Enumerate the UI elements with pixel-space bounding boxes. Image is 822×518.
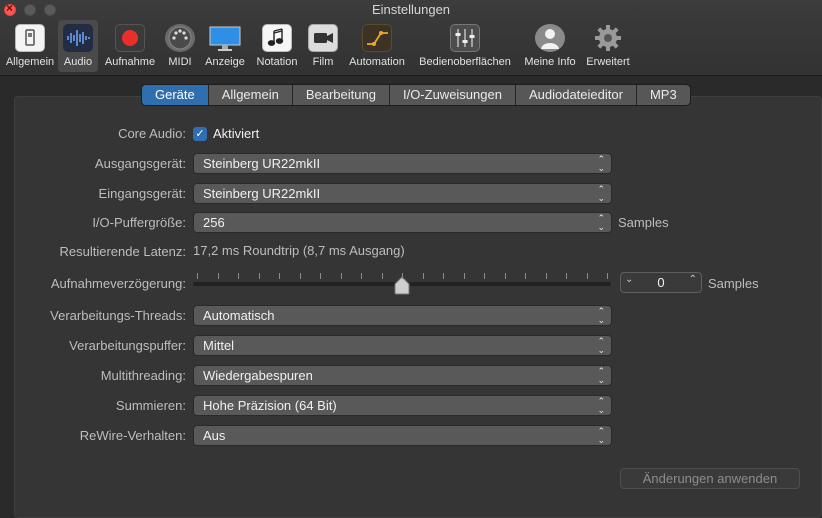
toolbar-item-anzeige[interactable]: Anzeige bbox=[204, 20, 246, 72]
updown-chevron-icon: ⌃ ⌄ bbox=[597, 154, 605, 173]
slider-tick bbox=[443, 273, 444, 279]
waveform-icon bbox=[63, 24, 93, 52]
record-delay-label: Aufnahmeverzögerung: bbox=[50, 276, 186, 291]
slider-tick bbox=[464, 273, 465, 279]
toolbar-label: Bedienoberflächen bbox=[419, 56, 511, 68]
record-delay-slider-thumb[interactable] bbox=[393, 276, 411, 296]
film-camera-icon bbox=[308, 24, 338, 52]
process-buffer-value: Mittel bbox=[203, 338, 235, 353]
core-audio-label: Core Audio: bbox=[118, 126, 186, 141]
rewire-popup[interactable]: Aus ⌃ ⌄ bbox=[193, 425, 612, 446]
updown-chevron-icon: ⌃ ⌄ bbox=[597, 306, 605, 325]
tab-bar: Geräte Allgemein Bearbeitung I/O-Zuweisu… bbox=[141, 84, 691, 106]
monitor-icon bbox=[209, 24, 241, 52]
slider-tick bbox=[218, 273, 219, 279]
midi-port-icon bbox=[165, 24, 195, 52]
input-device-popup[interactable]: Steinberg UR22mkII ⌃ ⌄ bbox=[193, 183, 612, 204]
tab-bearbeitung[interactable]: Bearbeitung bbox=[293, 85, 390, 105]
slider-tick bbox=[320, 273, 321, 279]
toolbar-item-meine-info[interactable]: Meine Info bbox=[524, 20, 576, 72]
output-device-popup[interactable]: Steinberg UR22mkII ⌃ ⌄ bbox=[193, 153, 612, 174]
output-device-label: Ausgangsgerät: bbox=[94, 156, 186, 171]
multithreading-popup[interactable]: Wiedergabespuren ⌃ ⌄ bbox=[193, 365, 612, 386]
toolbar-item-bedienoberflaechen[interactable]: Bedienoberflächen bbox=[416, 20, 514, 72]
process-buffer-label: Verarbeitungspuffer: bbox=[69, 338, 186, 353]
toolbar-item-midi[interactable]: MIDI bbox=[162, 20, 198, 72]
input-device-value: Steinberg UR22mkII bbox=[203, 186, 321, 201]
slider-tick bbox=[505, 273, 506, 279]
slider-tick bbox=[300, 273, 301, 279]
record-delay-unit: Samples bbox=[708, 276, 759, 291]
faders-icon bbox=[450, 24, 480, 52]
slider-tick bbox=[607, 273, 608, 279]
threads-value: Automatisch bbox=[203, 308, 275, 323]
toolbar-item-film[interactable]: Film bbox=[306, 20, 340, 72]
summing-value: Hohe Präzision (64 Bit) bbox=[203, 398, 337, 413]
slider-tick bbox=[423, 273, 424, 279]
multithreading-value: Wiedergabespuren bbox=[203, 368, 313, 383]
updown-chevron-icon: ⌃ ⌄ bbox=[597, 396, 605, 415]
core-audio-checkbox[interactable]: ✓ bbox=[193, 127, 207, 141]
slider-tick bbox=[566, 273, 567, 279]
toolbar-item-automation[interactable]: Automation bbox=[346, 20, 408, 72]
process-buffer-popup[interactable]: Mittel ⌃ ⌄ bbox=[193, 335, 612, 356]
tab-io-zuweisungen[interactable]: I/O-Zuweisungen bbox=[390, 85, 516, 105]
toolbar-item-aufnahme[interactable]: Aufnahme bbox=[104, 20, 156, 72]
record-delay-stepper[interactable]: ⌄ 0 ⌃ bbox=[620, 272, 702, 293]
rewire-value: Aus bbox=[203, 428, 226, 443]
slider-tick bbox=[402, 273, 403, 279]
toolbar-item-erweitert[interactable]: Erweitert bbox=[586, 20, 630, 72]
core-audio-checkbox-label[interactable]: Aktiviert bbox=[213, 126, 259, 141]
chevron-up-icon[interactable]: ⌃ bbox=[689, 274, 697, 285]
slider-tick bbox=[484, 273, 485, 279]
rewire-label: ReWire-Verhalten: bbox=[79, 428, 186, 443]
title-bar: Einstellungen Allgemein Audio Aufnahme bbox=[0, 0, 822, 76]
summing-label: Summieren: bbox=[115, 398, 186, 413]
tab-mp3[interactable]: MP3 bbox=[637, 85, 690, 105]
user-icon bbox=[535, 24, 565, 52]
toolbar-item-notation[interactable]: Notation bbox=[254, 20, 300, 72]
summing-popup[interactable]: Hohe Präzision (64 Bit) ⌃ ⌄ bbox=[193, 395, 612, 416]
slider-tick bbox=[341, 273, 342, 279]
apply-changes-button[interactable]: Änderungen anwenden bbox=[620, 468, 800, 489]
output-device-value: Steinberg UR22mkII bbox=[203, 156, 321, 171]
tab-audiodateieditor[interactable]: Audiodateieditor bbox=[516, 85, 637, 105]
slider-tick bbox=[259, 273, 260, 279]
io-buffer-popup[interactable]: 256 ⌃ ⌄ bbox=[193, 212, 612, 233]
threads-popup[interactable]: Automatisch ⌃ ⌄ bbox=[193, 305, 612, 326]
updown-chevron-icon: ⌃ ⌄ bbox=[597, 336, 605, 355]
notation-icon bbox=[262, 24, 292, 52]
tab-allgemein[interactable]: Allgemein bbox=[209, 85, 293, 105]
switch-icon bbox=[15, 24, 45, 52]
slider-tick bbox=[587, 273, 588, 279]
slider-tick bbox=[197, 273, 198, 279]
multithreading-label: Multithreading: bbox=[100, 368, 186, 383]
slider-tick bbox=[238, 273, 239, 279]
updown-chevron-icon: ⌃ ⌄ bbox=[597, 366, 605, 385]
updown-chevron-icon: ⌃ ⌄ bbox=[597, 426, 605, 445]
updown-chevron-icon: ⌃ ⌄ bbox=[597, 213, 605, 232]
latency-label: Resultierende Latenz: bbox=[59, 244, 186, 259]
slider-tick bbox=[546, 273, 547, 279]
threads-label: Verarbeitungs-Threads: bbox=[50, 308, 186, 323]
slider-tick bbox=[361, 273, 362, 279]
io-buffer-unit: Samples bbox=[618, 215, 669, 230]
record-icon bbox=[115, 24, 145, 52]
tab-geraete[interactable]: Geräte bbox=[142, 85, 209, 105]
gear-icon bbox=[593, 24, 623, 52]
updown-chevron-icon: ⌃ ⌄ bbox=[597, 184, 605, 203]
automation-icon bbox=[362, 24, 392, 52]
io-buffer-value: 256 bbox=[203, 215, 225, 230]
latency-value: 17,2 ms Roundtrip (8,7 ms Ausgang) bbox=[193, 243, 405, 258]
io-buffer-label: I/O-Puffergröße: bbox=[92, 215, 186, 230]
window-title: Einstellungen bbox=[371, 2, 451, 17]
slider-tick bbox=[525, 273, 526, 279]
slider-tick bbox=[279, 273, 280, 279]
input-device-label: Eingangsgerät: bbox=[98, 186, 186, 201]
toolbar-label: Erweitert bbox=[586, 56, 630, 68]
toolbar-item-audio[interactable]: Audio bbox=[58, 20, 98, 72]
slider-tick bbox=[382, 273, 383, 279]
